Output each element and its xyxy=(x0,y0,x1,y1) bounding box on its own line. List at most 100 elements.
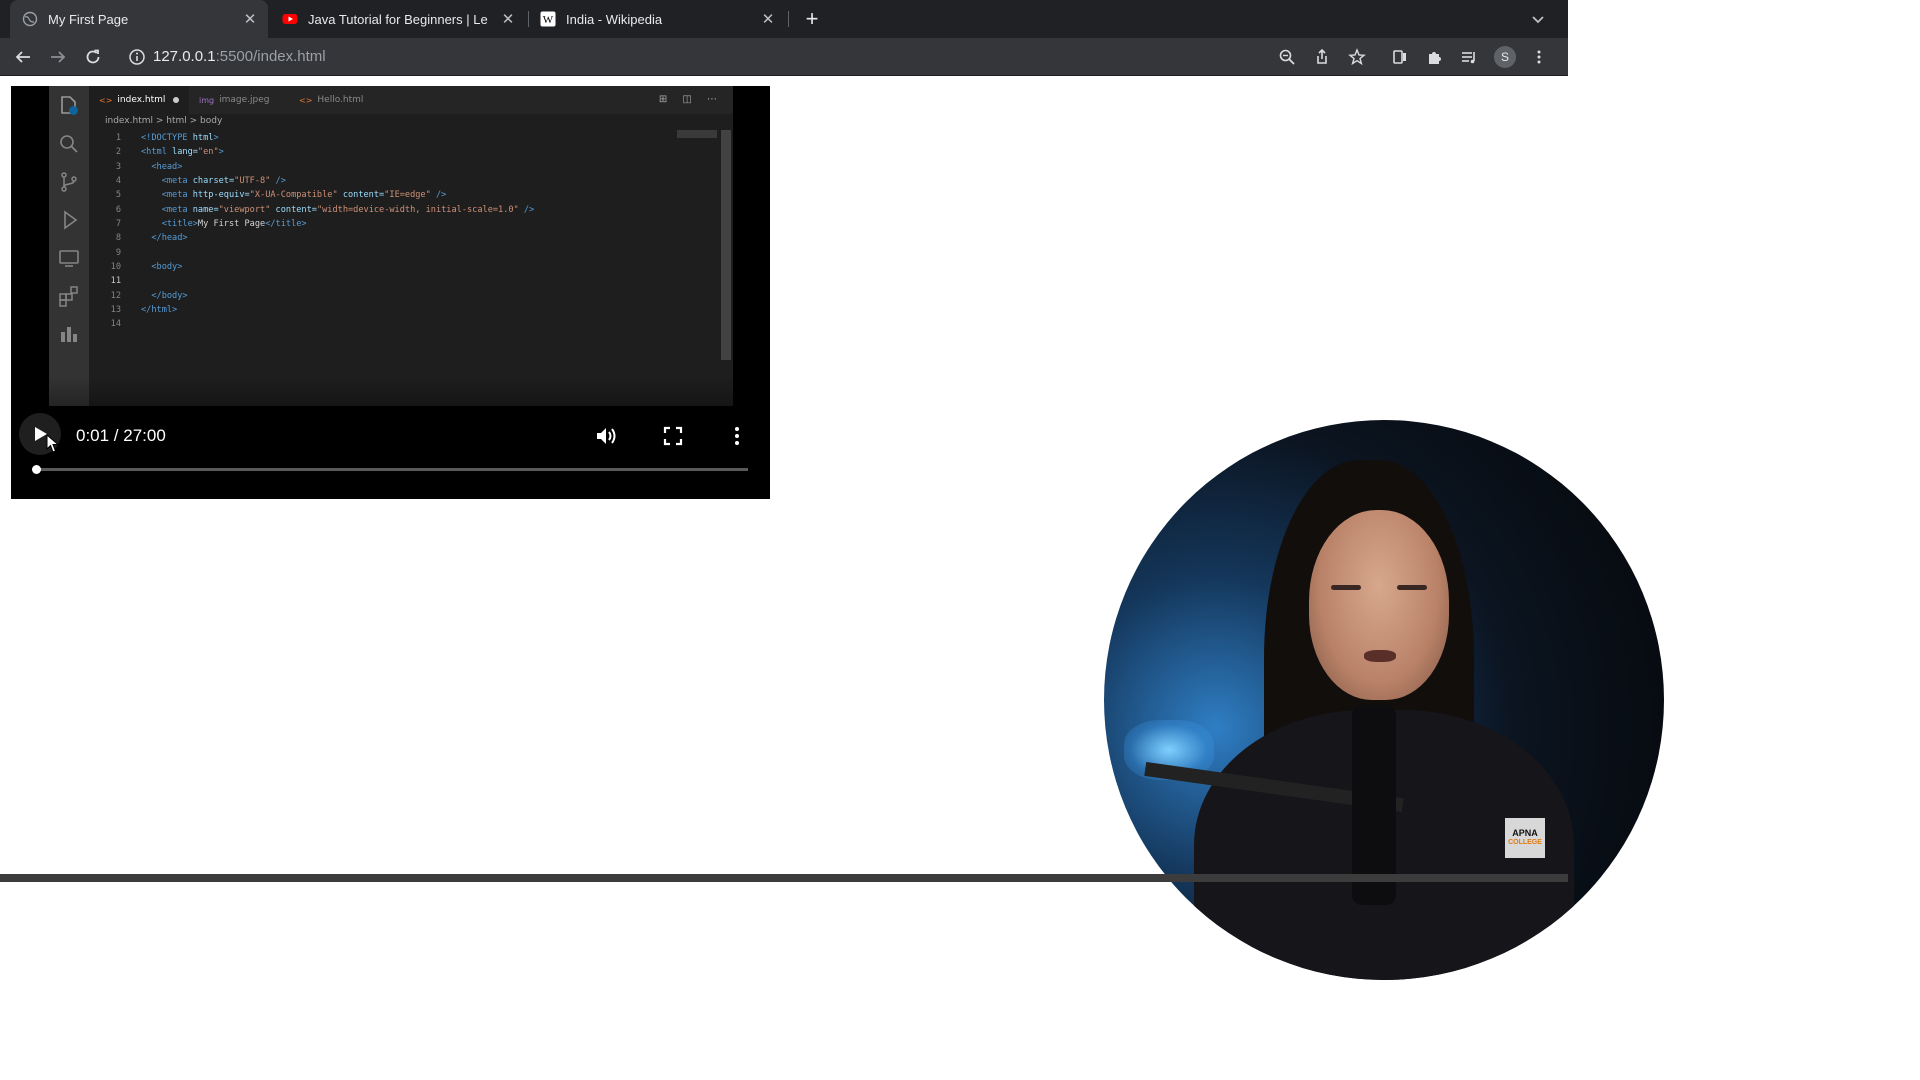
code-token: <meta xyxy=(161,176,193,187)
star-icon xyxy=(1348,48,1366,66)
logo-line-1: APNA xyxy=(1512,828,1538,838)
line-number: 5 xyxy=(115,190,121,201)
youtube-icon xyxy=(282,14,298,24)
editor-tab-hello-html: <> Hello.html xyxy=(289,86,373,114)
html-file-icon: <> xyxy=(299,95,313,105)
code-line: 14 xyxy=(89,317,689,331)
tab-india-wikipedia[interactable]: W India - Wikipedia ✕ xyxy=(528,0,786,38)
code-line: 12 </body> xyxy=(89,289,689,303)
line-number: 2 xyxy=(115,147,121,158)
forward-arrow-icon xyxy=(51,51,66,63)
video-frame-code-editor: <> index.html img image.jpeg <> Hello.ht… xyxy=(49,86,733,406)
globe-icon xyxy=(22,11,38,27)
site-info-icon[interactable] xyxy=(126,46,148,68)
editor-scrollbar xyxy=(721,130,731,360)
extension-cast-icon xyxy=(1393,50,1406,64)
code-token: <title> xyxy=(161,219,198,230)
activity-bar xyxy=(49,86,89,406)
forward-button[interactable] xyxy=(46,45,70,69)
code-line: 8 </head> xyxy=(89,231,689,245)
code-token: <html xyxy=(141,147,173,158)
close-tab-icon[interactable]: ✕ xyxy=(758,9,778,29)
code-token: html xyxy=(192,133,214,143)
tab-title: Java Tutorial for Beginners | Le xyxy=(308,11,488,27)
new-tab-button[interactable]: + xyxy=(800,6,824,31)
close-tab-icon[interactable]: ✕ xyxy=(240,9,260,29)
editor-tab-bar: <> index.html img image.jpeg <> Hello.ht… xyxy=(89,86,733,114)
editor-breadcrumb: index.html > html > body xyxy=(105,116,223,126)
browser-toolbar: 127.0.0.1:5500/index.html xyxy=(0,38,1568,76)
code-token: <meta xyxy=(161,204,193,215)
code-line: 2 <html lang="en"> xyxy=(89,145,689,159)
share-button[interactable] xyxy=(1310,45,1334,69)
code-token: charset= xyxy=(192,176,235,187)
more-options-button[interactable] xyxy=(733,425,741,447)
line-number: 12 xyxy=(110,290,121,301)
line-number: 4 xyxy=(115,176,121,187)
media-queue-icon xyxy=(1462,52,1475,64)
code-line: 9 xyxy=(89,246,689,260)
reading-list-button[interactable] xyxy=(1457,45,1481,69)
code-token: My First Page xyxy=(197,219,266,230)
volume-button[interactable] xyxy=(594,424,620,448)
code-line: 7 <title>My First Page</title> xyxy=(89,217,689,231)
code-token: /> xyxy=(270,176,286,187)
zoom-button[interactable] xyxy=(1275,45,1299,69)
bookmark-button[interactable] xyxy=(1345,45,1369,69)
extensions-button[interactable] xyxy=(1423,45,1447,69)
presenter-eye xyxy=(1397,585,1427,590)
line-number: 6 xyxy=(115,204,121,215)
tab-search-chevron-icon[interactable] xyxy=(1528,9,1548,29)
extensions-icon xyxy=(59,286,78,307)
tab-my-first-page[interactable]: My First Page ✕ xyxy=(10,0,268,38)
line-number: 14 xyxy=(110,319,121,330)
search-icon xyxy=(60,135,78,153)
code-token: <meta xyxy=(161,190,193,201)
extension-button[interactable] xyxy=(1388,45,1412,69)
line-number: 7 xyxy=(115,219,121,230)
reload-button[interactable] xyxy=(81,45,105,69)
code-line: 4 <meta charset="UTF-8" /> xyxy=(89,174,689,188)
browser-menu-button[interactable] xyxy=(1527,45,1551,69)
code-area: 1 <!DOCTYPE html> 2 <html lang="en"> 3 <head… xyxy=(89,131,689,332)
video-player[interactable]: <> index.html img image.jpeg <> Hello.ht… xyxy=(11,86,770,499)
line-number: 9 xyxy=(115,247,121,258)
code-line: 10 <body> xyxy=(89,260,689,274)
video-progress-bar[interactable] xyxy=(33,468,748,471)
profile-avatar[interactable]: S xyxy=(1494,46,1516,68)
explorer-icon xyxy=(61,96,76,114)
address-bar[interactable]: 127.0.0.1:5500/index.html xyxy=(153,48,326,65)
code-line: 1 <!DOCTYPE html> xyxy=(89,131,689,145)
code-token: </head> xyxy=(151,233,188,244)
code-token: </title> xyxy=(265,219,307,230)
line-number: 13 xyxy=(110,305,121,316)
code-token: <body> xyxy=(151,262,183,273)
code-line: 5 <meta http-equiv="X-UA-Compatible" con… xyxy=(89,188,689,202)
code-token: content= xyxy=(270,204,317,215)
remote-explorer-icon xyxy=(59,250,79,267)
kebab-menu-icon xyxy=(1537,50,1541,64)
share-icon xyxy=(1317,48,1327,64)
html-file-icon: <> xyxy=(99,95,113,105)
back-button[interactable] xyxy=(11,45,35,69)
code-token: <!DOCTYPE xyxy=(141,133,193,143)
fullscreen-button[interactable] xyxy=(662,425,684,447)
progress-scrubber[interactable] xyxy=(32,465,41,474)
tab-title: India - Wikipedia xyxy=(566,11,663,27)
code-token: lang= xyxy=(172,147,198,158)
mouse-cursor-icon xyxy=(46,434,60,453)
tab-java-tutorial[interactable]: Java Tutorial for Beginners | Le ✕ xyxy=(270,0,526,38)
logo-line-2: COLLEGE xyxy=(1508,839,1542,846)
line-number: 8 xyxy=(115,233,121,244)
tab-separator xyxy=(788,11,789,27)
run-debug-icon xyxy=(64,210,78,230)
code-token: </body> xyxy=(151,290,188,301)
editor-tab-index-html: <> index.html xyxy=(89,86,190,114)
close-tab-icon[interactable]: ✕ xyxy=(498,9,518,29)
code-token: > xyxy=(213,133,219,143)
